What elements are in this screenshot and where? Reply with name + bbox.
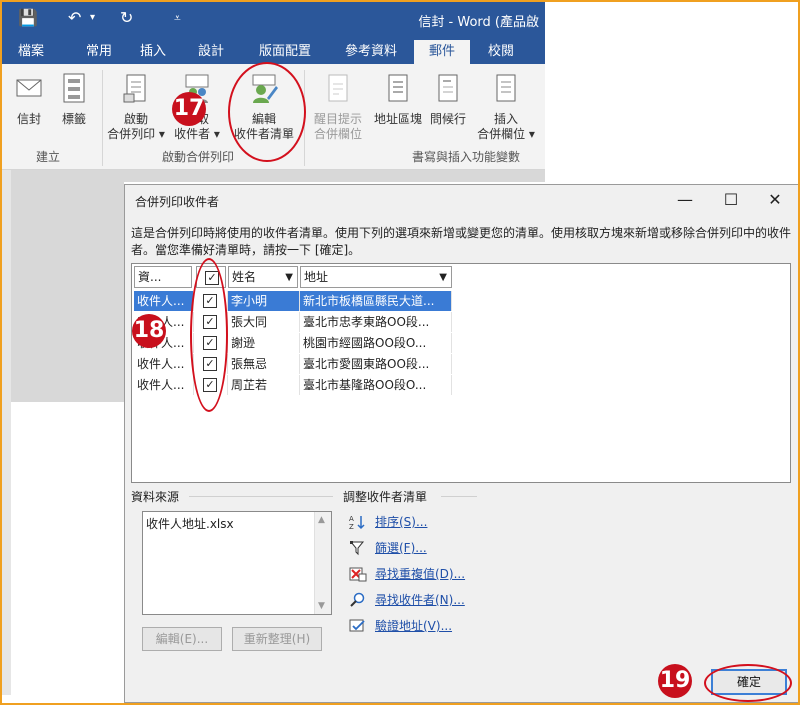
- row-source: 收件人...: [134, 375, 194, 395]
- close-button[interactable]: ✕: [755, 187, 795, 213]
- svg-text:Z: Z: [349, 523, 354, 530]
- minimize-button[interactable]: —: [665, 187, 705, 213]
- column-header-name[interactable]: 姓名 ▼: [228, 266, 298, 288]
- undo-icon[interactable]: ↶: [68, 8, 81, 27]
- refine-list-label: 調整收件者清單: [343, 490, 428, 504]
- find-duplicates-icon: [349, 567, 367, 582]
- tab-mailings[interactable]: 郵件: [414, 40, 470, 64]
- filter-icon: [349, 541, 365, 556]
- divider: [189, 496, 333, 497]
- divider: [441, 496, 477, 497]
- sort-icon: AZ: [349, 515, 365, 530]
- table-row[interactable]: 收件人... ✓ 張無忌 臺北市愛國東路OO段...: [134, 354, 452, 374]
- tab-references[interactable]: 參考資料: [336, 40, 406, 64]
- tab-insert[interactable]: 插入: [130, 40, 176, 64]
- edit-source-button[interactable]: 編輯(E)...: [142, 627, 222, 651]
- step-badge-19: 19: [658, 664, 692, 698]
- scroll-down-icon[interactable]: ▼: [318, 601, 325, 611]
- document-background: [11, 170, 545, 182]
- group-label-write-insert: 書寫與插入功能變數: [412, 150, 521, 164]
- column-header-address[interactable]: 地址 ▼: [300, 266, 452, 288]
- validate-address-icon: [349, 619, 365, 632]
- sort-dropdown-icon[interactable]: ▼: [285, 268, 293, 288]
- greeting-line-icon: [438, 74, 458, 102]
- table-row[interactable]: 收件人... ✓ 謝逊 桃園市經國路OO段O...: [134, 333, 452, 353]
- envelope-icon: [16, 79, 42, 97]
- row-address: 臺北市基隆路OO段O...: [300, 375, 452, 395]
- highlight-ok-button: [704, 664, 792, 702]
- row-name: 李小明: [228, 291, 300, 311]
- group-separator: [102, 70, 103, 166]
- row-name: 張大同: [228, 312, 300, 332]
- envelopes-button[interactable]: 信封: [6, 72, 52, 127]
- highlight-edit-recipients: [228, 62, 306, 162]
- refresh-source-button[interactable]: 重新整理(H): [232, 627, 322, 651]
- tab-review[interactable]: 校閱: [476, 40, 526, 64]
- data-source-item[interactable]: 收件人地址.xlsx: [146, 515, 234, 532]
- row-address: 臺北市愛國東路OO段...: [300, 354, 452, 374]
- undo-dropdown-icon[interactable]: ▾: [90, 12, 95, 23]
- row-name: 周芷若: [228, 375, 300, 395]
- table-row[interactable]: 收件人... ✓ 李小明 新北市板橋區縣民大道...: [134, 291, 452, 311]
- customize-toolbar-icon[interactable]: ⩡: [174, 11, 181, 26]
- tab-layout[interactable]: 版面配置: [250, 40, 320, 64]
- table-row[interactable]: 收件人... ✓ 張大同 臺北市忠孝東路OO段...: [134, 312, 452, 332]
- data-source-list[interactable]: 收件人地址.xlsx ▲ ▼: [142, 511, 332, 615]
- row-source: 收件人...: [134, 291, 194, 311]
- labels-button[interactable]: 標籤: [54, 72, 94, 127]
- greeting-line-button[interactable]: 問候行: [426, 72, 470, 127]
- dialog-instructions: 這是合併列印時將使用的收件者清單。使用下列的選項來新增或變更您的清單。使用核取方…: [131, 226, 792, 257]
- ribbon-tabs: 檔案 常用 插入 設計 版面配置 參考資料 郵件 校閱: [2, 36, 545, 64]
- data-source-label: 資料來源: [131, 490, 180, 504]
- start-mail-merge-button[interactable]: 啟動 合併列印 ▾: [106, 72, 166, 142]
- highlight-merge-fields-button[interactable]: 醒目提示 合併欄位: [308, 72, 368, 142]
- row-name: 張無忌: [228, 354, 300, 374]
- scrollbar[interactable]: ▲ ▼: [314, 512, 331, 614]
- mail-merge-recipients-dialog: 合併列印收件者 — ☐ ✕ 這是合併列印時將使用的收件者清單。使用下列的選項來新…: [124, 184, 799, 703]
- insert-field-icon: [496, 74, 516, 102]
- maximize-button[interactable]: ☐: [711, 187, 751, 213]
- recipients-grid: 資... ✓ 姓名 ▼ 地址 ▼ 收件人... ✓ 李小明 新北市板橋區縣民大道..…: [131, 263, 791, 483]
- insert-merge-field-button[interactable]: 插入 合併欄位 ▾: [472, 72, 540, 142]
- save-icon[interactable]: 💾: [18, 8, 38, 27]
- start-merge-icon: [123, 74, 146, 103]
- word-title-bar: 💾 ↶ ▾ ↻ ⩡ 信封 - Word (產品啟: [2, 2, 545, 36]
- tab-home[interactable]: 常用: [76, 40, 122, 64]
- column-header-source[interactable]: 資...: [134, 266, 192, 288]
- table-row[interactable]: 收件人... ✓ 周芷若 臺北市基隆路OO段O...: [134, 375, 452, 395]
- sort-dropdown-icon[interactable]: ▼: [439, 268, 447, 288]
- document-background: [11, 182, 124, 402]
- row-address: 桃園市經國路OO段O...: [300, 333, 452, 353]
- step-badge-18: 18: [132, 314, 166, 348]
- row-name: 謝逊: [228, 333, 300, 353]
- highlight-fields-icon: [328, 74, 348, 102]
- dialog-title: 合併列印收件者: [135, 195, 220, 209]
- window-title: 信封 - Word (產品啟: [418, 15, 539, 30]
- group-label-create: 建立: [36, 150, 61, 164]
- labels-icon: [63, 73, 85, 103]
- document-margin: [2, 170, 11, 695]
- tab-design[interactable]: 設計: [188, 40, 234, 64]
- address-block-button[interactable]: 地址區塊: [370, 72, 426, 127]
- row-address: 新北市板橋區縣民大道...: [300, 291, 452, 311]
- redo-icon[interactable]: ↻: [120, 8, 133, 27]
- tab-file[interactable]: 檔案: [8, 40, 54, 64]
- svg-text:A: A: [349, 515, 354, 523]
- group-label-start-merge: 啟動合併列印: [162, 150, 235, 164]
- step-badge-17: 17: [172, 92, 206, 126]
- highlight-checkboxes: [190, 258, 228, 412]
- magnifier-icon: [350, 592, 365, 607]
- address-block-icon: [388, 74, 408, 102]
- row-address: 臺北市忠孝東路OO段...: [300, 312, 452, 332]
- scroll-up-icon[interactable]: ▲: [318, 515, 325, 525]
- row-source: 收件人...: [134, 354, 194, 374]
